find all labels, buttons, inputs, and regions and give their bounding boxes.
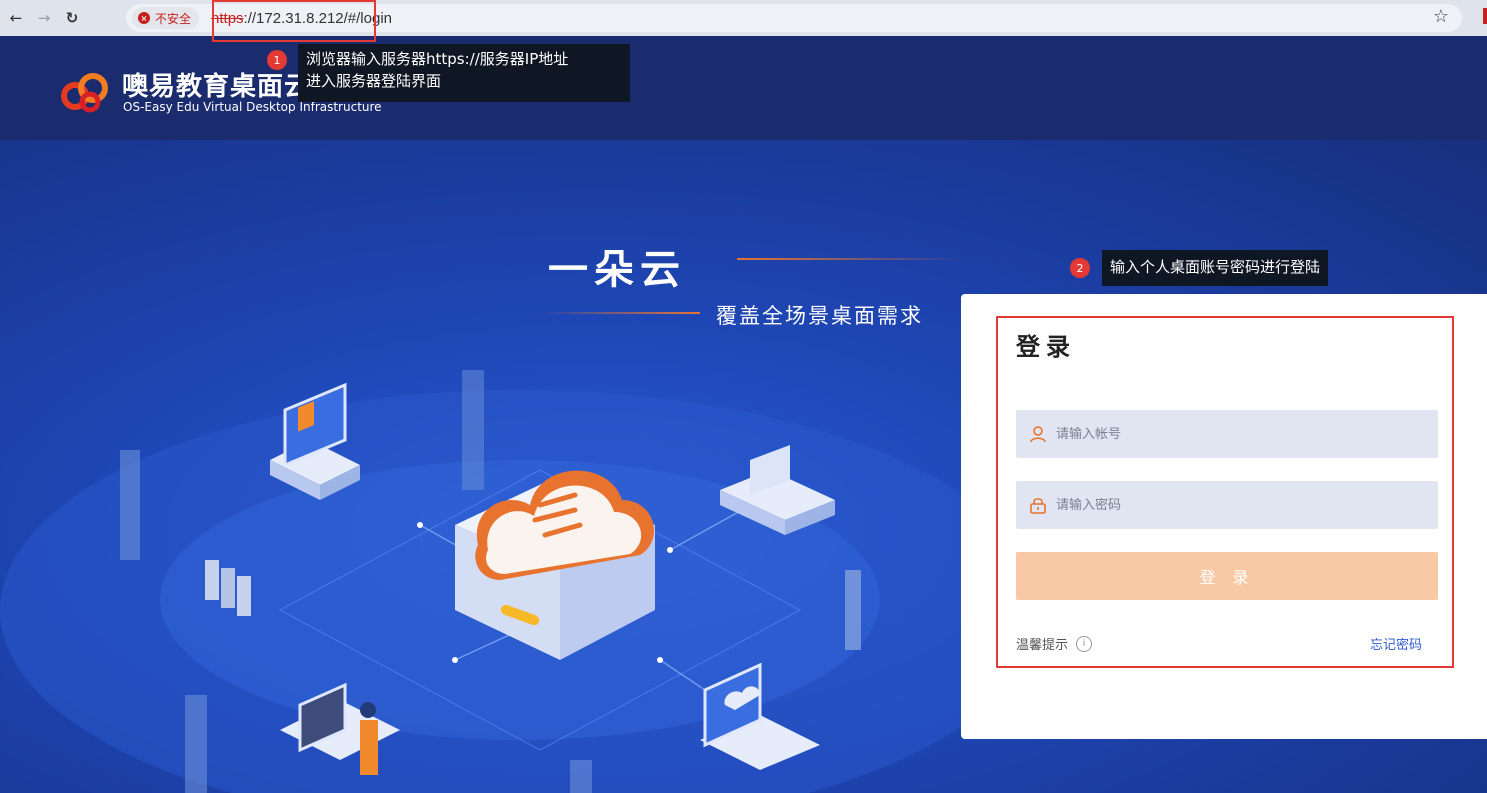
- slogan-accent-line: [737, 258, 967, 260]
- step-2-tooltip: 输入个人桌面账号密码进行登陆: [1102, 250, 1329, 286]
- step-1-line-1: 浏览器输入服务器https://服务器IP地址: [306, 50, 569, 68]
- brand-name: 噢易教育桌面云: [122, 72, 312, 102]
- step-1-tooltip: 浏览器输入服务器https://服务器IP地址 进入服务器登陆界面: [298, 44, 630, 102]
- step-2-badge: 2: [1070, 258, 1090, 278]
- site-header: 噢易教育桌面云 OS-Easy Edu Virtual Desktop Infr…: [0, 36, 1487, 140]
- brand-logo-icon: [61, 73, 108, 113]
- security-label: 不安全: [155, 11, 192, 26]
- hero-subtitle: 覆盖全场景桌面需求: [716, 304, 923, 328]
- back-arrow-icon[interactable]: ←: [2, 4, 30, 32]
- subtitle-accent-line: [540, 312, 700, 314]
- security-chip[interactable]: × 不安全: [132, 7, 200, 29]
- brand-subtitle: OS-Easy Edu Virtual Desktop Infrastructu…: [123, 100, 382, 114]
- not-secure-icon: ×: [138, 12, 150, 24]
- step-1-badge: 1: [267, 50, 287, 70]
- step-1-line-2: 进入服务器登陆界面: [306, 72, 442, 90]
- hero-slogan: 一朵云: [548, 247, 686, 293]
- reload-icon[interactable]: ↻: [58, 4, 86, 32]
- url-highlight-box: [212, 0, 376, 42]
- login-highlight-box: [996, 316, 1454, 668]
- forward-arrow-icon[interactable]: →: [30, 4, 58, 32]
- extension-icon[interactable]: [1483, 8, 1487, 24]
- bookmark-star-icon[interactable]: ☆: [1433, 6, 1449, 27]
